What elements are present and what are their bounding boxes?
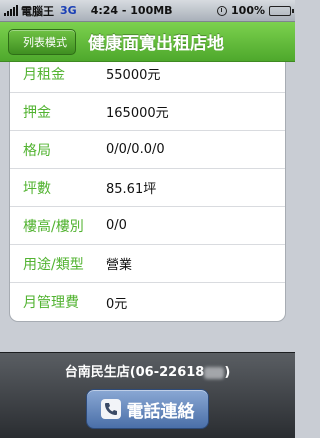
detail-row-deposit: 押金 165000元 — [10, 93, 285, 131]
detail-value: 營業 — [106, 258, 133, 273]
detail-value: 0元 — [106, 296, 128, 312]
detail-scroll-area[interactable]: 月租金 55000元 押金 165000元 格局 0/0/0.0/0 坪數 85… — [0, 62, 295, 352]
detail-row-usage: 用途/類型 營業 — [10, 245, 285, 283]
detail-row-layout: 格局 0/0/0.0/0 — [10, 131, 285, 169]
carrier-name: 電腦王 — [21, 4, 54, 18]
back-to-list-button[interactable]: 列表模式 — [8, 28, 76, 55]
detail-label: 樓高/樓別 — [23, 218, 84, 235]
store-name-phone: 台南民生店(06-22618 — [64, 365, 205, 380]
phone-icon — [100, 399, 121, 419]
status-bar: 電腦王 3G 4:24 - 100MB 100% — [0, 0, 295, 22]
contact-footer: 台南民生店(06-22618) 電話連絡 — [0, 352, 295, 438]
battery-icon — [269, 5, 294, 16]
detail-value: 0/0/0.0/0 — [106, 142, 165, 157]
detail-value: 55000元 — [106, 68, 161, 83]
detail-label: 用途/類型 — [23, 256, 84, 273]
detail-value: 165000元 — [106, 106, 169, 121]
detail-value: 85.61坪 — [106, 182, 157, 197]
detail-label: 月租金 — [23, 66, 65, 83]
navigation-bar: 列表模式 健康面寬出租店地 — [0, 22, 295, 62]
detail-label: 押金 — [23, 104, 51, 121]
detail-row-management-fee: 月管理費 0元 — [10, 283, 285, 321]
alarm-icon — [217, 5, 228, 16]
detail-label: 月管理費 — [23, 295, 79, 311]
redacted-digits — [204, 366, 225, 379]
property-details-table: 月租金 55000元 押金 165000元 格局 0/0/0.0/0 坪數 85… — [9, 62, 286, 322]
detail-row-floor: 樓高/樓別 0/0 — [10, 207, 285, 245]
call-button[interactable]: 電話連絡 — [86, 389, 209, 429]
store-phone-close: ) — [224, 365, 231, 380]
detail-label: 格局 — [23, 142, 51, 159]
network-type: 3G — [60, 4, 77, 17]
store-contact-line: 台南民生店(06-22618) — [0, 361, 295, 380]
battery-percent: 100% — [231, 4, 265, 17]
detail-value: 0/0 — [106, 218, 127, 233]
detail-row-area: 坪數 85.61坪 — [10, 169, 285, 207]
signal-icon — [4, 5, 18, 16]
call-button-label: 電話連絡 — [126, 401, 195, 422]
page-title: 健康面寬出租店地 — [88, 34, 224, 54]
status-time: 4:24 - 100MB — [90, 4, 173, 17]
detail-label: 坪數 — [23, 180, 51, 197]
detail-row-rent: 月租金 55000元 — [10, 62, 285, 93]
